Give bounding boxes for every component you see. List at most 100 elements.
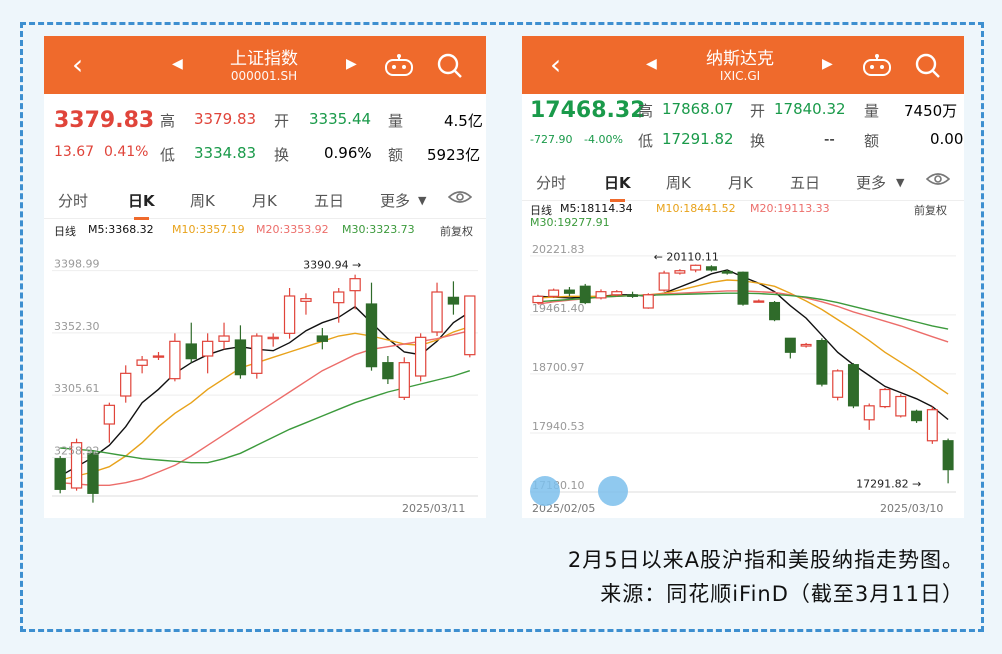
price: 17468.32 (530, 98, 646, 123)
candle-body (642, 294, 654, 309)
tab-weekly[interactable]: 周K (190, 190, 215, 211)
candle-body (895, 395, 907, 417)
candle-body (169, 340, 181, 380)
candle-body (447, 296, 460, 305)
back-icon[interactable]: ‹ (72, 48, 83, 81)
adjust-label[interactable]: 前复权 (914, 202, 947, 218)
candle-body (103, 404, 116, 425)
y-tick-label: 17940.53 (532, 420, 585, 433)
amt-label: 额 (388, 146, 404, 164)
fullscreen-button[interactable] (598, 476, 628, 506)
candle-body (54, 458, 66, 490)
candle-body (283, 295, 296, 334)
candle-body (847, 364, 859, 407)
candle-body (267, 336, 279, 340)
vol-label: 量 (864, 102, 880, 120)
candle-body (563, 289, 575, 294)
scroll-left-button[interactable] (530, 476, 560, 506)
tab-fiveday[interactable]: 五日 (314, 190, 344, 211)
ma5-label: M5:3368.32 (88, 223, 154, 236)
change: 13.67 (54, 144, 95, 160)
y-tick-label: 3398.99 (54, 258, 100, 271)
ma30-label: M30:3323.73 (342, 223, 415, 236)
candle-body (548, 289, 560, 297)
next-icon[interactable]: ▶ (346, 56, 357, 72)
candle-body (579, 285, 591, 304)
candle-body (201, 340, 214, 357)
change-pct: -4.00% (584, 133, 623, 146)
ma30-label: M30:19277.91 (530, 216, 610, 229)
candlestick-chart-nasdaq: 20221.8319461.4018700.9717940.5317180.10… (528, 230, 960, 518)
candle-body (414, 336, 427, 377)
plot-area (50, 238, 482, 518)
max-price-label: ← 20110.11 (654, 251, 719, 264)
candle-body (234, 339, 247, 376)
robot-icon[interactable] (862, 52, 892, 82)
candle-body (926, 409, 938, 442)
candle-body (721, 270, 733, 274)
eye-icon[interactable] (447, 188, 473, 210)
high-value: 3379.83 (194, 110, 257, 128)
search-icon[interactable] (914, 52, 942, 84)
turn-value: 0.96% (324, 144, 372, 162)
open-label: 开 (274, 112, 290, 130)
tab-monthly[interactable]: 月K (252, 190, 277, 211)
candle-body (251, 335, 263, 374)
candle-body (816, 340, 828, 385)
index-code: 000001.SH (230, 69, 298, 83)
caption-line1: 2月5日以来A股沪指和美股纳指走势图。 (567, 548, 964, 572)
tab-more[interactable]: 更多 (380, 190, 410, 211)
candle-body (185, 343, 197, 360)
tab-monthly[interactable]: 月K (728, 172, 753, 193)
price: 3379.83 (54, 108, 155, 133)
open-value: 17840.32 (774, 100, 846, 118)
candle-body (832, 370, 844, 398)
candle-body (863, 405, 875, 421)
amt-value: 5923亿 (427, 146, 481, 164)
chevron-down-icon[interactable]: ▼ (896, 176, 904, 189)
amt-value: 0.00 (930, 130, 964, 148)
candle-body (464, 295, 476, 356)
back-icon[interactable]: ‹ (550, 48, 561, 81)
low-label: 低 (638, 132, 654, 150)
candle-body (382, 362, 394, 380)
low-value: 17291.82 (662, 130, 734, 148)
max-price-label: 3390.94 → (303, 259, 361, 272)
end-date-label: 2025/03/10 (880, 502, 943, 515)
tab-timeshare[interactable]: 分时 (58, 190, 88, 211)
candle-body (753, 300, 765, 303)
adjust-label[interactable]: 前复权 (440, 223, 473, 239)
tab-weekly[interactable]: 周K (666, 172, 691, 193)
eye-icon[interactable] (925, 170, 951, 192)
ma-kline-label: 日线 (54, 225, 76, 238)
prev-icon[interactable]: ◀ (646, 56, 657, 72)
y-tick-label: 3305.61 (54, 382, 100, 395)
candle-body (431, 291, 443, 333)
prev-icon[interactable]: ◀ (172, 56, 183, 72)
ma5-label: M5:18114.34 (560, 202, 633, 215)
change-pct: 0.41% (104, 144, 149, 160)
caption-line2: 来源：同花顺iFinD（截至3月11日） (600, 582, 964, 606)
candle-body (690, 264, 702, 271)
chevron-down-icon[interactable]: ▼ (418, 194, 426, 207)
candle-body (595, 291, 607, 299)
tab-daily[interactable]: 日K (604, 172, 631, 202)
y-tick-label: 18700.97 (532, 361, 585, 374)
y-tick-label: 3352.30 (54, 320, 100, 333)
candle-body (784, 337, 796, 353)
candle-body (911, 410, 923, 422)
header-bar: ‹ ◀ 纳斯达克 IXIC.GI ▶ (522, 36, 964, 94)
next-icon[interactable]: ▶ (822, 56, 833, 72)
y-tick-label: 19461.40 (532, 302, 585, 315)
candle-body (87, 452, 99, 494)
tab-daily[interactable]: 日K (128, 190, 155, 220)
search-icon[interactable] (436, 52, 464, 84)
candle-body (152, 355, 165, 358)
tab-timeshare[interactable]: 分时 (536, 172, 566, 193)
high-label: 高 (160, 112, 176, 130)
ma20-label: M20:3353.92 (256, 223, 329, 236)
tab-more[interactable]: 更多 (856, 172, 886, 193)
tab-fiveday[interactable]: 五日 (790, 172, 820, 193)
robot-icon[interactable] (384, 52, 414, 82)
y-tick-label: 20221.83 (532, 243, 585, 256)
